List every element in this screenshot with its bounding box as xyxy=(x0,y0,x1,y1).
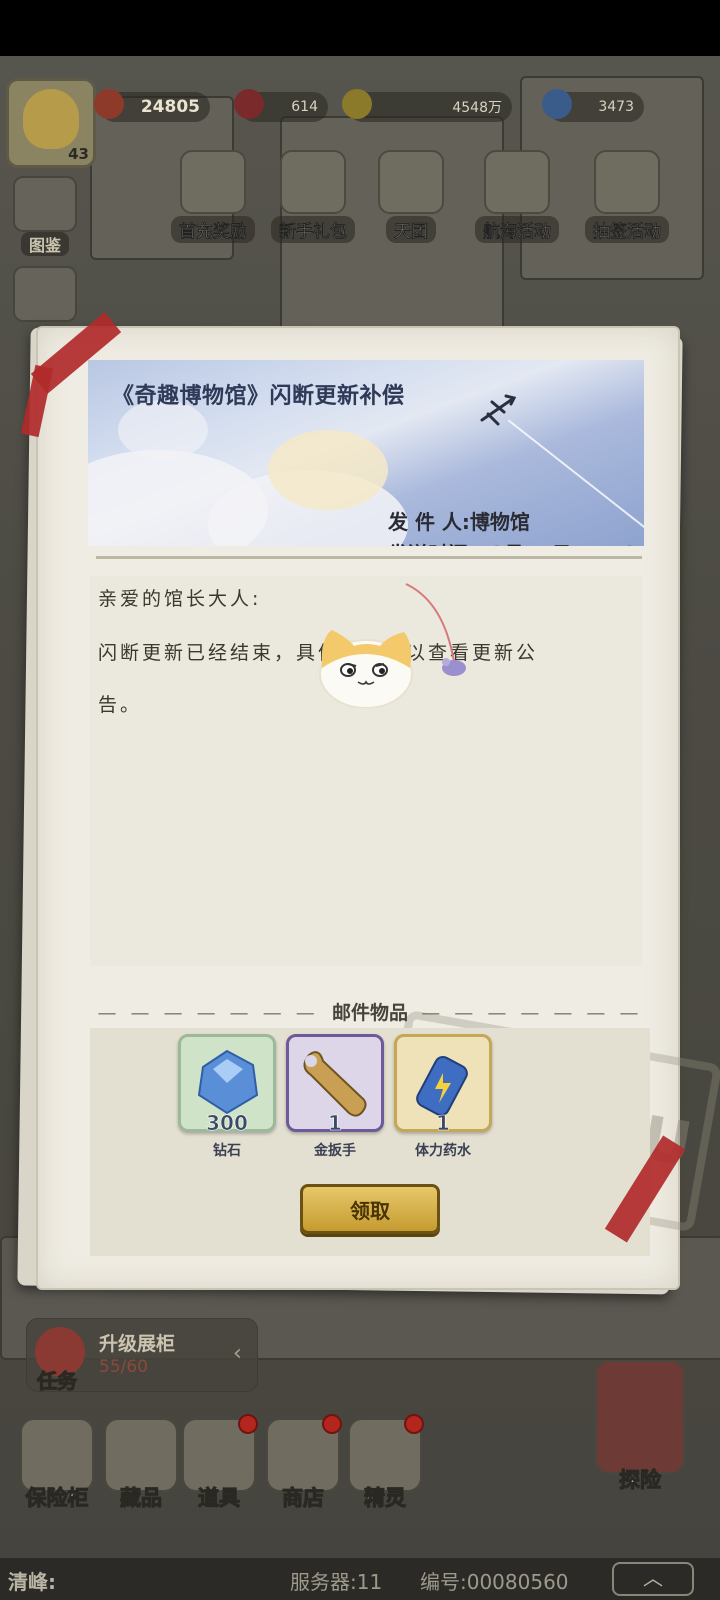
mouse-toy-icon xyxy=(405,583,466,676)
nav-label: 道具 xyxy=(198,1486,241,1511)
mail-dialog: 《奇趣博物馆》闪断更新补偿 发 件 人:博物馆 发送时间:12月14日14:16… xyxy=(17,312,720,1296)
mail-greeting: 亲爱的馆长大人: xyxy=(98,588,262,610)
item-count: 1 xyxy=(436,1111,451,1136)
mail-body-line: 告。 xyxy=(98,694,143,716)
nav-label: 保险柜 xyxy=(25,1486,89,1511)
player-level: 43 xyxy=(68,145,89,163)
props-icon xyxy=(182,1414,258,1492)
activity-first-recharge[interactable]: 首充奖励 xyxy=(158,150,268,243)
avatar-face xyxy=(23,89,79,149)
task-label: 任务 xyxy=(37,1369,78,1394)
coin-value: 24805 xyxy=(140,97,200,117)
newbie-gift-icon xyxy=(280,150,346,214)
player-id: 编号:00080560 xyxy=(420,1570,569,1594)
attachment-item-wrench[interactable]: 1 金扳手 xyxy=(286,1034,384,1160)
catalog-icon xyxy=(13,176,77,232)
side-menu-button[interactable] xyxy=(4,266,86,322)
task-progress: 55/60 xyxy=(99,1357,148,1377)
attachment-item-diamond[interactable]: 300 钻石 xyxy=(178,1034,276,1160)
dash-left: — — — — — — — xyxy=(97,1002,319,1024)
shop-icon xyxy=(266,1414,342,1492)
item-count: 1 xyxy=(328,1111,343,1136)
dash-right: — — — — — — — xyxy=(421,1002,643,1024)
heart-counter: 614 xyxy=(234,89,328,122)
footer-bar: 清峰: 服务器:11 编号:00080560 ︿ xyxy=(0,1558,720,1600)
item-count: 300 xyxy=(206,1111,248,1136)
claim-button[interactable]: 领取 xyxy=(300,1184,440,1234)
spirit-icon xyxy=(348,1414,424,1492)
mail-title: 《奇趣博物馆》闪断更新补偿 xyxy=(112,384,405,409)
item-slot: 1 xyxy=(286,1034,384,1136)
item-slot: 1 xyxy=(394,1034,492,1136)
collapse-arrow-icon[interactable]: ‹ xyxy=(233,1341,242,1366)
divider xyxy=(96,556,642,559)
gold-coin-icon xyxy=(342,89,372,119)
mail-paper: 《奇趣博物馆》闪断更新补偿 发 件 人:博物馆 发送时间:12月14日14:16… xyxy=(36,326,720,1290)
gem-icon xyxy=(542,89,572,119)
explore-label: 探险 xyxy=(619,1468,662,1493)
heart-value: 614 xyxy=(291,99,318,115)
nav-label: 精灵 xyxy=(364,1486,407,1511)
activity-voyage[interactable]: 航海活动 xyxy=(462,150,572,243)
group-icon xyxy=(378,150,444,214)
player-avatar[interactable]: 43 xyxy=(6,78,96,168)
activity-label: 新手礼包 xyxy=(271,216,355,243)
side-catalog-button[interactable]: 图鉴 xyxy=(4,176,86,256)
nav-label: 藏品 xyxy=(120,1486,163,1511)
nav-collection[interactable]: 藏品 xyxy=(100,1418,182,1512)
nav-safe[interactable]: 保险柜 xyxy=(16,1418,98,1512)
nav-spirit[interactable]: 精灵 xyxy=(344,1414,426,1512)
item-slot: 300 xyxy=(178,1034,276,1136)
safe-icon xyxy=(20,1418,94,1492)
notification-dot xyxy=(404,1414,424,1434)
first-recharge-icon xyxy=(180,150,246,214)
heart-icon xyxy=(234,89,264,119)
activity-lottery[interactable]: 抽签活动 xyxy=(572,150,682,243)
gem-value: 3473 xyxy=(598,99,634,115)
coin-counter: 24805 xyxy=(94,89,210,122)
notification-dot xyxy=(238,1414,258,1434)
activity-label: 天团 xyxy=(386,216,436,243)
attachment-item-energy-potion[interactable]: 1 体力药水 xyxy=(394,1034,492,1160)
lottery-icon xyxy=(594,150,660,214)
item-name: 体力药水 xyxy=(415,1143,471,1159)
mail-send-time: 发送时间:12月14日14:16 xyxy=(388,538,635,546)
mail-header-banner: 《奇趣博物馆》闪断更新补偿 发 件 人:博物馆 发送时间:12月14日14:16 xyxy=(88,360,644,546)
server-label: 服务器:11 xyxy=(290,1570,383,1594)
nav-label: 商店 xyxy=(282,1486,325,1511)
activity-group[interactable]: 天团 xyxy=(356,150,466,243)
menu-icon xyxy=(13,266,77,322)
task-panel[interactable]: 任务 升级展柜 55/60 ‹ xyxy=(26,1318,258,1394)
activity-newbie-gift[interactable]: 新手礼包 xyxy=(258,150,368,243)
gold-value: 4548万 xyxy=(452,100,502,116)
activity-label: 航海活动 xyxy=(475,216,559,243)
explore-icon xyxy=(595,1360,685,1474)
attachments-label: 邮件物品 xyxy=(331,1002,408,1024)
attachments-header: — — — — — — — 邮件物品 — — — — — — — xyxy=(90,998,650,1025)
cloud-decoration xyxy=(268,430,388,510)
gem-counter: 3473 xyxy=(542,89,644,122)
player-name: 清峰: xyxy=(8,1570,56,1594)
activity-label: 首充奖励 xyxy=(171,216,255,243)
voyage-icon xyxy=(484,150,550,214)
collection-icon xyxy=(104,1418,178,1492)
side-catalog-label: 图鉴 xyxy=(20,232,69,256)
coin-icon xyxy=(94,89,124,119)
item-name: 金扳手 xyxy=(314,1143,356,1159)
activity-label: 抽签活动 xyxy=(585,216,669,243)
nav-props[interactable]: 道具 xyxy=(178,1414,260,1512)
notification-dot xyxy=(322,1414,342,1434)
task-title: 升级展柜 xyxy=(99,1333,176,1355)
mail-sender: 发 件 人:博物馆 xyxy=(388,510,530,534)
gold-counter: 4548万 xyxy=(342,89,512,122)
explore-button[interactable]: 探险 xyxy=(590,1360,690,1494)
expand-chevron-icon[interactable]: ︿ xyxy=(612,1562,694,1596)
nav-shop[interactable]: 商店 xyxy=(262,1414,344,1512)
item-name: 钻石 xyxy=(213,1143,241,1159)
